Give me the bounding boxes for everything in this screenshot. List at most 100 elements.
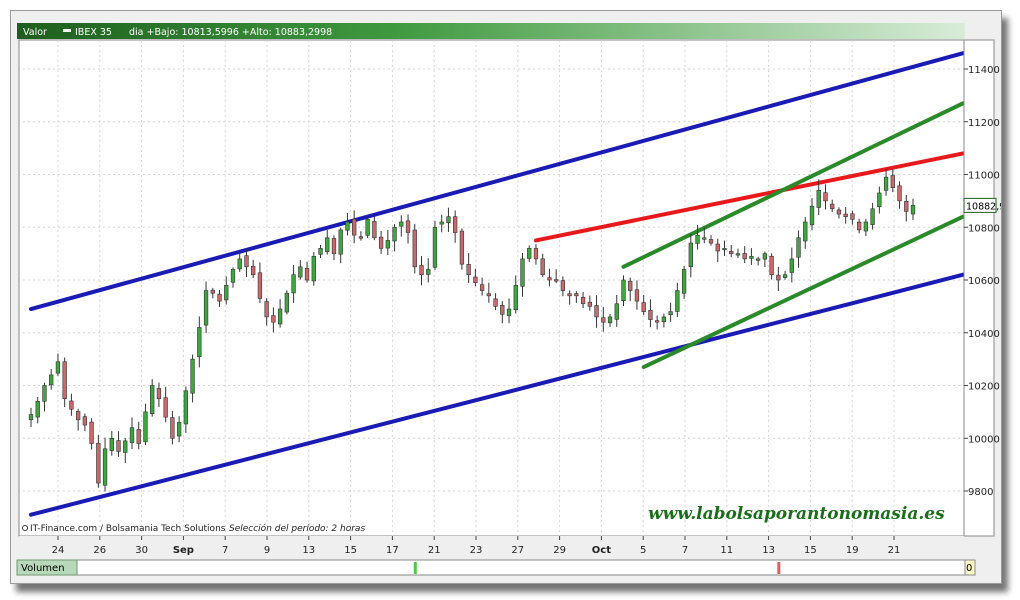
candle-body <box>224 284 229 301</box>
candle-body <box>399 221 404 227</box>
x-tick-label: 7 <box>222 545 228 556</box>
volume-axis-value: 0 <box>966 563 972 574</box>
candle-body <box>533 248 539 260</box>
candle-body <box>156 388 162 399</box>
candle-body <box>365 219 370 236</box>
y-tick-label: 11000 <box>968 171 1000 182</box>
candle-body <box>870 208 875 225</box>
candle-body <box>641 302 646 312</box>
candle-body <box>257 272 263 299</box>
candle-body <box>197 327 202 358</box>
candle-body <box>203 290 209 326</box>
candle-body <box>883 176 889 191</box>
footer-source: IT-Finance.com / Bolsamania Tech Solutio… <box>30 524 226 534</box>
candle-body <box>856 221 862 231</box>
candle-body <box>392 226 397 242</box>
candle-body <box>446 216 451 223</box>
candle-body <box>69 400 74 410</box>
candle-body <box>904 201 909 212</box>
series-swatch-icon <box>63 29 71 32</box>
x-tick-label: 9 <box>264 545 270 556</box>
x-tick-label: 21 <box>428 545 441 556</box>
x-tick-label: 24 <box>52 545 65 556</box>
x-tick-label: 11 <box>720 545 733 556</box>
candle-body <box>708 239 714 244</box>
candle-body <box>116 440 121 452</box>
x-axis-panel <box>19 536 964 558</box>
candle-body <box>668 311 673 316</box>
candle-body <box>170 417 175 439</box>
candle-body <box>607 316 613 324</box>
x-tick-label: 29 <box>553 545 566 556</box>
candle-body <box>830 203 835 210</box>
x-tick-label: 26 <box>93 545 106 556</box>
candle-body <box>655 320 660 323</box>
candle-body <box>419 265 424 276</box>
candle-body <box>412 229 417 268</box>
candle-body <box>796 237 801 258</box>
candle-body <box>567 293 572 297</box>
candle-body <box>493 298 498 307</box>
x-tick-label: 21 <box>888 545 901 556</box>
candle-body <box>762 253 768 260</box>
y-tick-label: 10400 <box>968 329 1000 340</box>
candle-body <box>850 213 855 220</box>
candle-body <box>42 385 47 402</box>
candle-body <box>345 221 350 231</box>
candle-body <box>49 374 54 386</box>
candle-body <box>776 274 781 281</box>
y-tick-label: 10800 <box>968 223 1000 234</box>
candle-body <box>264 301 269 318</box>
candle-body <box>729 251 734 254</box>
candle-body <box>675 290 680 312</box>
y-tick-label: 10200 <box>968 382 1000 393</box>
candle-body <box>291 274 296 294</box>
candle-body <box>237 258 242 270</box>
candle-body <box>634 289 640 302</box>
x-tick-label: 13 <box>302 545 315 556</box>
candle-body <box>742 253 747 260</box>
candle-body <box>722 248 727 251</box>
volume-panel <box>16 559 966 576</box>
header-valor: Valor <box>23 27 47 38</box>
candle-body <box>378 236 384 249</box>
y-tick-label: 11400 <box>968 65 1000 76</box>
x-tick-label: 7 <box>682 545 688 556</box>
candle-body <box>500 305 505 315</box>
candle-body <box>304 267 310 281</box>
x-tick-label: Sep <box>173 545 194 556</box>
x-tick-label: 19 <box>846 545 859 556</box>
candle-body <box>897 185 902 202</box>
candle-body <box>55 361 61 374</box>
y-tick-label: 10600 <box>968 276 1000 287</box>
candle-body <box>648 309 653 320</box>
candle-body <box>877 192 882 207</box>
candle-body <box>311 255 316 282</box>
candle-body <box>580 296 586 305</box>
candle-body <box>325 237 330 252</box>
candle-body <box>890 175 895 188</box>
candle-body <box>183 390 189 425</box>
y-tick-label: 9800 <box>968 487 993 498</box>
header-info: dia +Bajo: 10813,5996 +Alto: 10883,2998 <box>129 27 332 38</box>
candle-body <box>836 209 842 215</box>
y-axis-panel <box>963 39 995 537</box>
candle-body <box>479 284 485 291</box>
candle-body <box>244 255 249 268</box>
candle-body <box>439 221 444 225</box>
candle-body <box>749 255 754 259</box>
candle-body <box>109 437 114 451</box>
candle-body <box>910 205 916 215</box>
volume-marker <box>777 562 781 574</box>
candle-body <box>176 422 182 437</box>
candle-body <box>803 221 808 242</box>
candle-body <box>150 385 155 414</box>
candle-body <box>298 266 303 278</box>
x-tick-label: 5 <box>640 545 646 556</box>
last-price-label: 10882,9 <box>966 201 1001 212</box>
x-tick-label: 15 <box>344 545 357 556</box>
candle-body <box>129 427 135 443</box>
chart-svg: Valor IBEX 35 dia +Bajo: 10813,5996 +Alt… <box>16 23 1001 576</box>
candle-body <box>863 221 869 232</box>
candle-body <box>136 429 141 444</box>
